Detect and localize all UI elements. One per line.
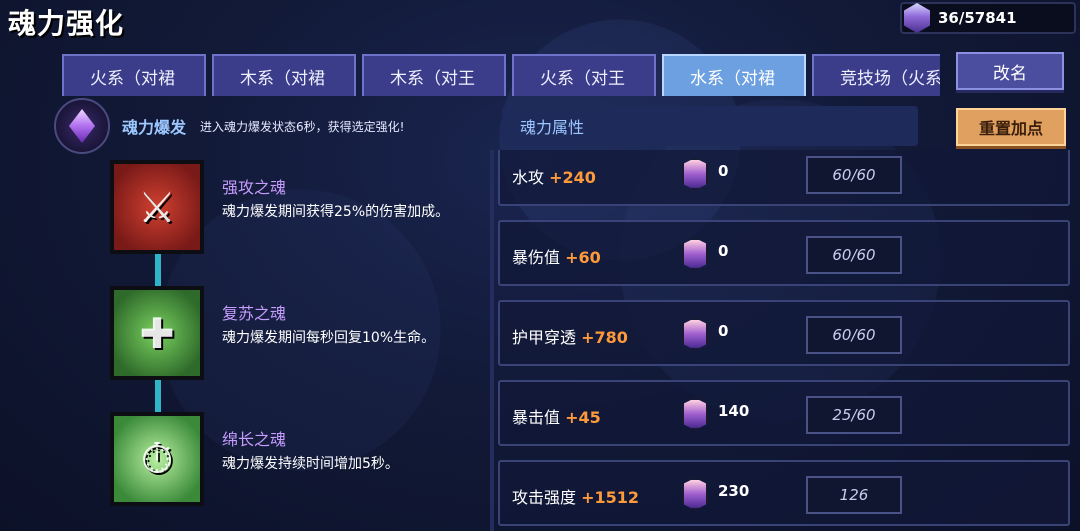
attribute-progress: 60/60 xyxy=(806,316,902,354)
soul-description: 魂力爆发期间每秒回复10%生命。 xyxy=(222,330,436,346)
attribute-row[interactable]: 护甲穿透 +780 0 60/60 xyxy=(498,300,1070,366)
soul-name: 强攻之魂 xyxy=(222,178,287,197)
loadout-tabs: 火系（对裙 木系（对裙 木系（对王 火系（对王 水系（对裙 竞技场（火系 xyxy=(62,54,940,96)
tab-water-vs-minions[interactable]: 水系（对裙 xyxy=(662,54,806,96)
soul-description: 魂力爆发期间获得25%的伤害加成。 xyxy=(222,204,450,220)
attribute-progress: 126 xyxy=(806,476,902,514)
attribute-name: 护甲穿透 xyxy=(512,328,577,347)
red-sword-soul-icon: ⚔ xyxy=(110,160,204,254)
attribute-cost: 230 xyxy=(718,482,750,500)
tab-wood-vs-minions[interactable]: 木系（对裙 xyxy=(212,54,356,96)
attribute-name: 暴击值 xyxy=(512,408,561,427)
attribute-row[interactable]: 攻击强度 +1512 230 126 xyxy=(498,460,1070,526)
soul-description: 魂力爆发持续时间增加5秒。 xyxy=(222,456,399,472)
attribute-bonus: +45 xyxy=(565,408,601,427)
tab-label: 火系（对裙 xyxy=(90,68,175,89)
attribute-bonus: +60 xyxy=(565,248,601,267)
tab-wood-vs-boss[interactable]: 木系（对王 xyxy=(362,54,506,96)
attribute-list[interactable]: 水攻 +240 0 60/60 暴伤值 +60 0 60/60 护甲穿透 +78… xyxy=(490,150,1080,531)
tab-label: 火系（对王 xyxy=(540,68,625,89)
attribute-cost: 0 xyxy=(718,242,729,260)
attribute-progress: 60/60 xyxy=(806,236,902,274)
attribute-row[interactable]: 暴击值 +45 140 25/60 xyxy=(498,380,1070,446)
soul-gem-icon xyxy=(682,398,708,430)
attribute-cost: 0 xyxy=(718,322,729,340)
tab-label: 水系（对裙 xyxy=(690,68,775,89)
attribute-row[interactable]: 水攻 +240 0 60/60 xyxy=(498,150,1070,206)
attribute-bonus: +1512 xyxy=(581,488,640,507)
attribute-row[interactable]: 暴伤值 +60 0 60/60 xyxy=(498,220,1070,286)
tab-fire-vs-boss[interactable]: 火系（对王 xyxy=(512,54,656,96)
soul-gem-icon xyxy=(682,238,708,270)
attribute-bonus: +240 xyxy=(549,168,596,187)
burst-label: 魂力爆发 xyxy=(122,118,187,137)
attribute-progress: 60/60 xyxy=(806,156,902,194)
soul-name: 绵长之魂 xyxy=(222,430,287,449)
crystal-icon xyxy=(69,109,95,143)
attribute-name: 暴伤值 xyxy=(512,248,561,267)
tab-fire-vs-minions[interactable]: 火系（对裙 xyxy=(62,54,206,96)
attribute-bonus: +780 xyxy=(581,328,628,347)
attributes-header: 魂力属性 xyxy=(502,106,918,146)
tab-arena-fire[interactable]: 竞技场（火系 xyxy=(812,54,940,96)
soul-item[interactable]: ⏱ 绵长之魂 魂力爆发持续时间增加5秒。 xyxy=(110,412,490,508)
attribute-name: 水攻 xyxy=(512,168,545,187)
soul-name: 复苏之魂 xyxy=(222,304,287,323)
green-heal-soul-icon: ✚ xyxy=(110,286,204,380)
tab-label: 竞技场（火系 xyxy=(840,68,940,89)
rename-button[interactable]: 改名 xyxy=(956,52,1064,90)
soul-list: ⚔ 强攻之魂 魂力爆发期间获得25%的伤害加成。 ✚ 复苏之魂 魂力爆发期间每秒… xyxy=(110,160,490,520)
soul-gem-icon xyxy=(682,318,708,350)
currency-amount: 36/57841 xyxy=(938,9,1017,27)
attribute-name: 攻击强度 xyxy=(512,488,577,507)
tab-label: 木系（对裙 xyxy=(240,68,325,89)
soul-item[interactable]: ✚ 复苏之魂 魂力爆发期间每秒回复10%生命。 xyxy=(110,286,490,382)
burst-description: 进入魂力爆发状态6秒，获得选定强化! xyxy=(200,119,405,134)
page-title: 魂力强化 xyxy=(8,7,125,40)
soul-gem-icon xyxy=(682,478,708,510)
clock-soul-icon: ⏱ xyxy=(110,412,204,506)
soul-gem-icon xyxy=(904,3,930,33)
soul-gem-icon xyxy=(682,158,708,190)
soul-burst-icon xyxy=(54,98,110,154)
tab-label: 木系（对王 xyxy=(390,68,475,89)
soul-burst-bar: 魂力爆发 进入魂力爆发状态6秒，获得选定强化! xyxy=(54,98,484,154)
reset-points-button[interactable]: 重置加点 xyxy=(956,108,1066,146)
soul-currency-display: 36/57841 xyxy=(900,2,1076,34)
attribute-cost: 140 xyxy=(718,402,750,420)
attribute-progress: 25/60 xyxy=(806,396,902,434)
attribute-cost: 0 xyxy=(718,162,729,180)
soul-item[interactable]: ⚔ 强攻之魂 魂力爆发期间获得25%的伤害加成。 xyxy=(110,160,490,256)
